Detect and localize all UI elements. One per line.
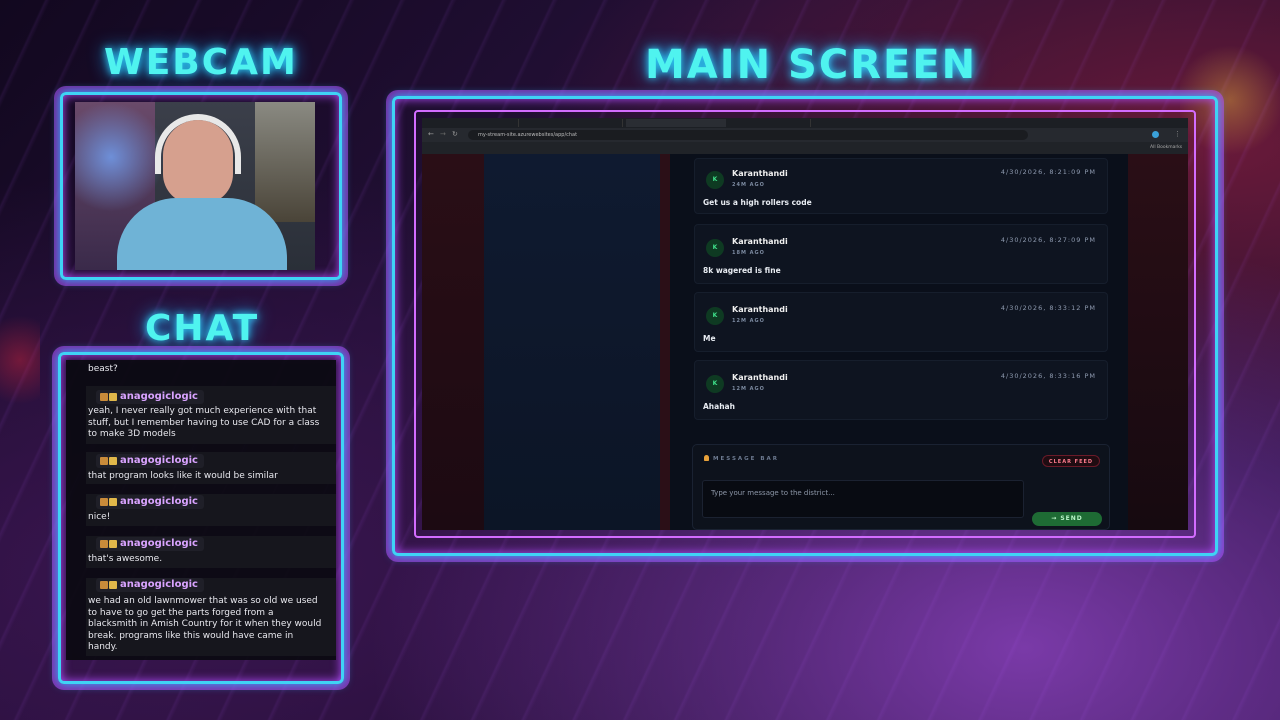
send-button-label: SEND [1060, 515, 1083, 522]
chat-message-text: nice! [88, 512, 111, 522]
author-avatar: K [706, 307, 724, 325]
message-bar-label: MESSAGE BAR [713, 456, 780, 462]
chat-message-text: that program looks like it would be simi… [88, 471, 278, 481]
badge-icon [100, 393, 108, 401]
badge-icon [100, 457, 108, 465]
message-timestamp: 4/30/2026, 8:33:16 PM [1000, 372, 1096, 380]
chat-username-text: anagogiclogic [120, 455, 198, 466]
bookmarks-folder-label[interactable]: All Bookmarks [1150, 145, 1182, 150]
chat-username[interactable]: anagogiclogic [96, 495, 204, 509]
webcam-shelves [255, 102, 315, 222]
clear-feed-button[interactable]: CLEAR FEED [1042, 455, 1100, 467]
send-button[interactable]: → SEND [1032, 512, 1102, 526]
chat-message-text: we had an old lawnmower that was so old … [88, 596, 322, 652]
chat-username-text: anagogiclogic [120, 496, 198, 507]
page-left-gutter [422, 154, 484, 530]
main-screen-heading: MAIN SCREEN [645, 42, 978, 88]
crown-icon [109, 581, 117, 589]
browser-tab-bar [422, 118, 1188, 128]
url-field[interactable]: my-stream-site.azurewebsites/app/chat [468, 130, 1028, 140]
message-body: Me [703, 334, 716, 343]
chat-username[interactable]: anagogiclogic [96, 390, 204, 404]
browser-tab[interactable] [730, 119, 811, 127]
chat-username[interactable]: anagogiclogic [96, 578, 204, 592]
author-name: Karanthandi [732, 373, 788, 382]
badge-icon [100, 540, 108, 548]
message-body: 8k wagered is fine [703, 266, 781, 275]
message-body: Ahahah [703, 402, 735, 411]
relative-time: 24M AGO [732, 182, 765, 188]
badge-icon [100, 581, 108, 589]
relative-time: 18M AGO [732, 250, 765, 256]
browser-tab[interactable] [626, 119, 726, 127]
author-avatar: K [706, 375, 724, 393]
message-timestamp: 4/30/2026, 8:33:12 PM [1000, 304, 1096, 312]
webcam-backdrop-digits [75, 102, 165, 212]
crown-icon [109, 393, 117, 401]
chat-heading: CHAT [145, 308, 260, 349]
chat-panel: beast? anagogiclogic yeah, I never reall… [66, 360, 336, 660]
chat-username-text: anagogiclogic [120, 579, 198, 590]
webcam-shirt [117, 198, 287, 270]
headphones-icon [155, 114, 241, 174]
address-bar: ← → ↻ my-stream-site.azurewebsites/app/c… [422, 128, 1188, 142]
crown-icon [109, 457, 117, 465]
page-right-gutter [1128, 154, 1188, 530]
bookmarks-bar: All Bookmarks [422, 142, 1188, 154]
author-name: Karanthandi [732, 237, 788, 246]
reload-icon[interactable]: ↻ [452, 130, 458, 138]
webcam-heading: WEBCAM [104, 42, 298, 83]
message-timestamp: 4/30/2026, 8:27:09 PM [1000, 236, 1096, 244]
webcam-feed [75, 102, 315, 270]
menu-icon[interactable]: ⋮ [1174, 130, 1181, 138]
relative-time: 12M AGO [732, 318, 765, 324]
send-icon: → [1051, 515, 1061, 522]
crown-icon [109, 540, 117, 548]
message-input[interactable]: Type your message to the district... [702, 480, 1024, 518]
browser-tab[interactable] [438, 119, 519, 127]
browser-tab[interactable] [522, 119, 623, 127]
extension-icon[interactable] [1152, 131, 1159, 138]
background-glow [0, 300, 40, 420]
chat-message-text: that's awesome. [88, 554, 163, 564]
chat-message-text: yeah, I never really got much experience… [88, 406, 320, 439]
message-body: Get us a high rollers code [703, 198, 812, 207]
author-avatar: K [706, 239, 724, 257]
author-name: Karanthandi [732, 305, 788, 314]
page-sidebar [484, 154, 660, 530]
author-avatar: K [706, 171, 724, 189]
chat-partial-message: beast? [88, 364, 118, 374]
chat-username[interactable]: anagogiclogic [96, 454, 204, 468]
chat-username-text: anagogiclogic [120, 538, 198, 549]
page-divider [660, 154, 670, 530]
author-name: Karanthandi [732, 169, 788, 178]
message-timestamp: 4/30/2026, 8:21:09 PM [1000, 168, 1096, 176]
forward-icon[interactable]: → [440, 130, 446, 138]
browser-window: ← → ↻ my-stream-site.azurewebsites/app/c… [422, 118, 1188, 530]
chat-username-text: anagogiclogic [120, 391, 198, 402]
chat-username[interactable]: anagogiclogic [96, 537, 204, 551]
fire-icon [704, 455, 709, 461]
badge-icon [100, 498, 108, 506]
relative-time: 12M AGO [732, 386, 765, 392]
crown-icon [109, 498, 117, 506]
back-icon[interactable]: ← [428, 130, 434, 138]
